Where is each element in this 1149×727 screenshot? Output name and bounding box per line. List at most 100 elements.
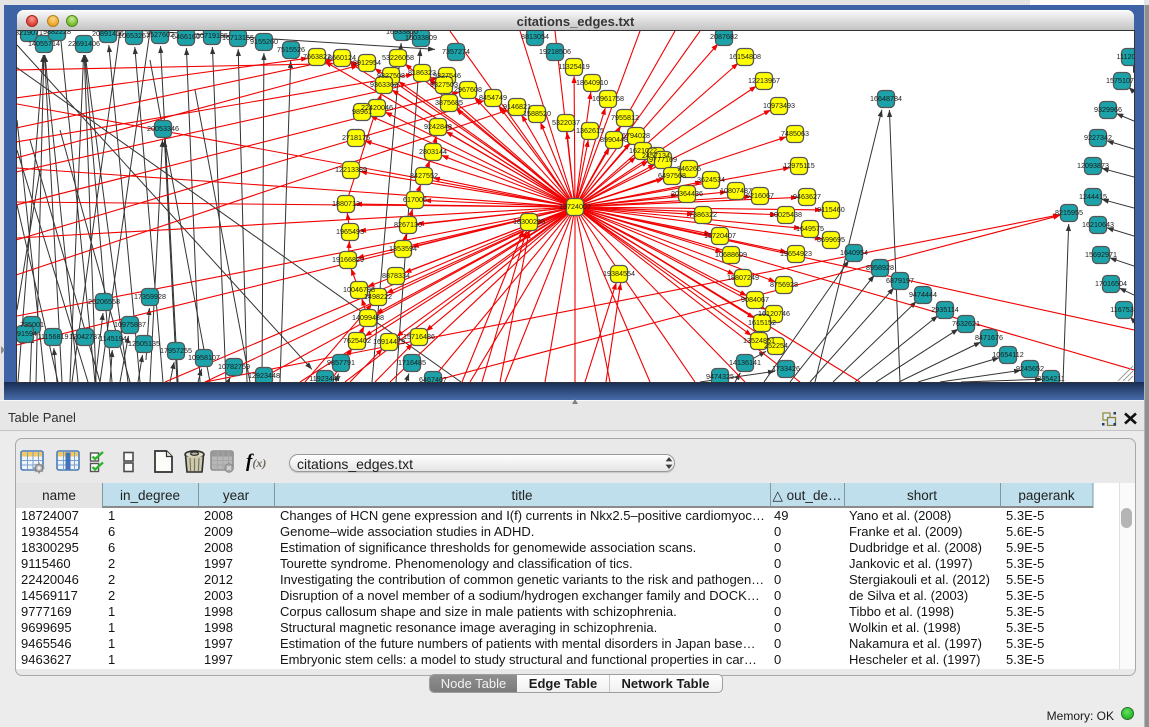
svg-text:16914479: 16914479 (373, 337, 405, 346)
svg-text:9115460: 9115460 (817, 205, 844, 214)
svg-text:8427552: 8427552 (410, 171, 438, 180)
svg-text:7515526: 7515526 (277, 45, 305, 54)
svg-text:2803144: 2803144 (419, 147, 447, 156)
svg-text:11325419: 11325419 (558, 62, 589, 71)
svg-text:16648784: 16648784 (870, 94, 902, 103)
svg-text:6216067: 6216067 (746, 191, 774, 200)
svg-text:8813054: 8813054 (521, 32, 549, 41)
svg-text:14099488: 14099488 (352, 313, 384, 322)
svg-text:3875685: 3875685 (435, 98, 463, 107)
svg-text:9155260: 9155260 (250, 37, 278, 46)
svg-text:14136141: 14136141 (729, 358, 761, 367)
svg-text:9329966: 9329966 (1094, 105, 1122, 114)
svg-text:7632621: 7632621 (952, 319, 980, 328)
svg-text:617006: 617006 (403, 195, 427, 204)
svg-text:14055714: 14055714 (28, 39, 60, 48)
svg-text:9327508: 9327508 (377, 71, 405, 80)
svg-text:17359928: 17359928 (134, 292, 166, 301)
svg-text:8958928: 8958928 (866, 263, 894, 272)
svg-text:9245652: 9245652 (1016, 364, 1044, 373)
svg-text:2087682: 2087682 (710, 32, 738, 41)
svg-text:10025438: 10025438 (770, 210, 802, 219)
svg-text:53226058: 53226058 (382, 53, 414, 62)
svg-text:20206558: 20206558 (88, 297, 120, 306)
svg-text:18300295: 18300295 (513, 217, 545, 226)
svg-text:11156819: 11156819 (38, 332, 69, 341)
svg-text:1527602: 1527602 (146, 31, 174, 39)
svg-text:8354211: 8354211 (1037, 374, 1064, 382)
svg-text:6879197: 6879197 (886, 276, 914, 285)
svg-text:10975887: 10975887 (114, 320, 146, 329)
svg-text:98961: 98961 (352, 107, 372, 116)
svg-text:9857791: 9857791 (327, 358, 355, 367)
svg-text:1716485: 1716485 (398, 358, 426, 367)
svg-text:746266: 746266 (677, 164, 701, 173)
svg-text:1640954: 1640954 (840, 248, 868, 257)
svg-text:18640910: 18640910 (576, 78, 608, 87)
svg-text:7625402: 7625402 (343, 336, 371, 345)
svg-text:8471676: 8471676 (975, 333, 1003, 342)
svg-text:1167534: 1167534 (1110, 305, 1134, 314)
svg-text:8215955: 8215955 (1055, 208, 1083, 217)
svg-text:10046788: 10046788 (343, 285, 375, 294)
svg-text:10782759: 10782759 (218, 362, 250, 371)
svg-text:10688609: 10688609 (715, 250, 747, 259)
svg-text:15720407: 15720407 (704, 231, 736, 240)
svg-text:2718176: 2718176 (342, 133, 370, 142)
svg-text:16210643: 16210643 (1082, 220, 1114, 229)
svg-text:12213389: 12213389 (335, 165, 367, 174)
svg-text:1244415: 1244415 (1079, 192, 1107, 201)
svg-text:8660124: 8660124 (328, 53, 356, 62)
svg-text:8454749: 8454749 (479, 93, 507, 102)
svg-text:1145194: 1145194 (99, 334, 126, 343)
svg-text:19218506: 19218506 (539, 47, 571, 56)
svg-text:7386322: 7386322 (689, 210, 717, 219)
svg-text:8699695: 8699695 (817, 235, 845, 244)
svg-text:7955812: 7955812 (611, 113, 639, 122)
svg-text:8912954: 8912954 (353, 58, 381, 67)
svg-text:1733426: 1733426 (772, 364, 800, 373)
svg-text:9777169: 9777169 (649, 155, 677, 164)
svg-text:7357274: 7357274 (442, 47, 470, 56)
svg-text:15751074: 15751074 (1106, 76, 1134, 85)
svg-text:12213967: 12213967 (748, 76, 780, 85)
svg-text:9327546: 9327546 (433, 71, 461, 80)
svg-text:9363362: 9363362 (370, 80, 398, 89)
svg-text:8219071: 8219071 (17, 31, 43, 37)
svg-text:7663822: 7663822 (303, 52, 331, 61)
svg-text:10958107: 10958107 (188, 353, 220, 362)
svg-text:10973493: 10973493 (763, 101, 795, 110)
svg-text:1965493: 1965493 (336, 227, 364, 236)
svg-text:17016504: 17016504 (1095, 279, 1127, 288)
svg-text:1649575: 1649575 (796, 224, 824, 233)
svg-text:9882228: 9882228 (43, 31, 71, 36)
svg-text:18807249: 18807249 (727, 273, 759, 282)
svg-text:2935114: 2935114 (931, 305, 958, 314)
svg-text:1588520: 1588520 (523, 109, 551, 118)
svg-text:9242848: 9242848 (424, 122, 452, 131)
svg-text:12093873: 12093873 (1077, 161, 1109, 170)
svg-text:9463627: 9463627 (793, 192, 821, 201)
svg-text:1353594: 1353594 (389, 244, 417, 253)
svg-text:22691406: 22691406 (68, 39, 100, 48)
svg-text:15716486: 15716486 (403, 332, 435, 341)
svg-text:12975115: 12975115 (783, 161, 814, 170)
svg-text:1362615: 1362615 (576, 126, 604, 135)
svg-text:1112063: 1112063 (1117, 52, 1134, 61)
svg-text:15692971: 15692971 (1085, 250, 1117, 259)
svg-text:3624534: 3624534 (697, 175, 725, 184)
svg-text:12923448: 12923448 (248, 371, 280, 380)
svg-text:12042737: 12042737 (69, 332, 101, 341)
svg-text:19654923: 19654923 (780, 249, 812, 258)
svg-text:16961758: 16961758 (592, 94, 624, 103)
svg-text:391594: 391594 (17, 329, 37, 338)
svg-text:16033809: 16033809 (405, 33, 437, 42)
svg-text:9084067: 9084067 (741, 295, 769, 304)
svg-text:8186323: 8186323 (408, 68, 436, 77)
svg-text:8878334: 8878334 (382, 271, 410, 280)
svg-text:6794028: 6794028 (622, 131, 650, 140)
svg-text:10654112: 10654112 (992, 350, 1023, 359)
svg-text:19384554: 19384554 (603, 269, 635, 278)
svg-text:2967608: 2967608 (454, 85, 482, 94)
svg-text:9227342: 9227342 (1084, 133, 1112, 142)
